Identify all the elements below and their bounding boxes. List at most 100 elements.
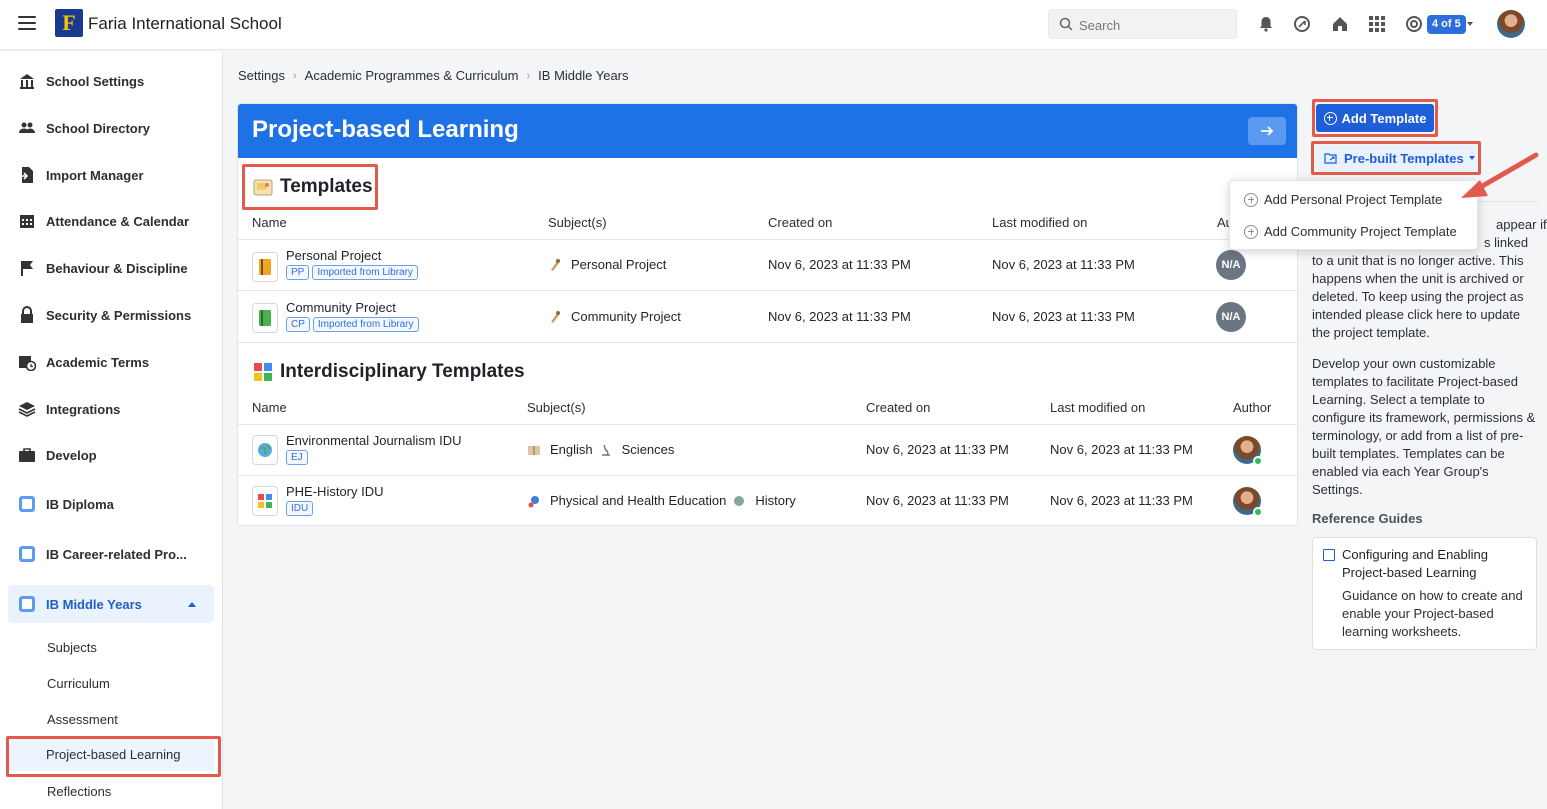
apps-grid-icon[interactable] <box>1367 14 1387 34</box>
sidebar-item-attendance-calendar[interactable]: Attendance & Calendar <box>8 202 214 240</box>
puzzle-icon <box>254 363 272 381</box>
sidebar-subitem-assessment[interactable]: Assessment <box>47 712 118 727</box>
sidebar-subitem-subjects[interactable]: Subjects <box>47 640 97 655</box>
sidebar-item-academic-terms[interactable]: Academic Terms <box>8 343 214 381</box>
sidebar-item-ib-diploma[interactable]: IB Diploma <box>8 485 214 523</box>
template-name-link[interactable]: Community Project <box>286 300 396 315</box>
column-header-name[interactable]: Name <box>252 400 287 415</box>
author-avatar[interactable] <box>1233 436 1263 466</box>
sidebar-item-ib-career-related[interactable]: IB Career-related Pro... <box>8 535 214 573</box>
sidebar-item-ib-middle-years[interactable]: IB Middle Years <box>8 585 214 623</box>
page-title: Project-based Learning <box>252 116 519 143</box>
page-banner: Project-based Learning <box>238 104 1297 158</box>
sidebar-item-develop[interactable]: Develop <box>8 436 214 474</box>
bell-icon[interactable] <box>1256 14 1276 34</box>
plus-circle-icon <box>1244 224 1258 239</box>
sidebar-item-label: School Settings <box>46 73 145 89</box>
menu-item-add-community-project[interactable]: Add Community Project Template <box>1244 224 1457 239</box>
flag-icon <box>18 259 36 277</box>
imported-badge: Imported from Library <box>312 265 418 280</box>
column-header-author[interactable]: Author <box>1233 400 1271 415</box>
sidebar-subitem-curriculum[interactable]: Curriculum <box>47 676 110 691</box>
microscope-icon <box>601 444 610 456</box>
prebuilt-templates-button[interactable]: Pre-built Templates <box>1316 145 1476 171</box>
template-name-link[interactable]: Environmental Journalism IDU <box>286 433 462 448</box>
school-switcher-badge[interactable]: 4 of 5 <box>1427 15 1466 34</box>
templates-card: Project-based Learning Templates Name Su… <box>237 103 1298 526</box>
sidebar-item-label: IB Middle Years <box>46 596 142 612</box>
calendar-icon <box>18 212 36 230</box>
modified-date: Nov 6, 2023 at 11:33 PM <box>992 309 1135 324</box>
column-header-subjects[interactable]: Subject(s) <box>527 400 586 415</box>
template-name-link[interactable]: PHE-History IDU <box>286 484 384 499</box>
school-name[interactable]: Faria International School <box>88 14 282 34</box>
search-input[interactable] <box>1079 15 1229 35</box>
imported-badge: Imported from Library <box>312 317 419 332</box>
sidebar-subitem-reflections[interactable]: Reflections <box>47 784 111 799</box>
search-box[interactable] <box>1048 9 1237 39</box>
ib-icon <box>18 595 36 613</box>
breadcrumb-academic-programmes[interactable]: Academic Programmes & Curriculum <box>305 68 519 83</box>
templates-section-title: Templates <box>252 176 373 198</box>
column-header-subjects[interactable]: Subject(s) <box>548 215 607 230</box>
sidebar-subitem-project-based-learning[interactable]: Project-based Learning <box>8 739 214 771</box>
template-tags: CP Imported from Library <box>286 317 419 332</box>
created-date: Nov 6, 2023 at 11:33 PM <box>768 309 911 324</box>
column-header-modified[interactable]: Last modified on <box>992 215 1087 230</box>
subject-cell: Personal Project <box>548 257 666 272</box>
menu-icon[interactable] <box>18 14 36 32</box>
author-avatar[interactable] <box>1233 487 1263 517</box>
reference-guide-card[interactable]: Configuring and Enabling Project-based L… <box>1312 537 1537 650</box>
reference-guides-title: Reference Guides <box>1312 511 1423 526</box>
chevron-up-icon[interactable] <box>188 602 196 607</box>
ib-icon <box>18 495 36 513</box>
sidebar-item-school-settings[interactable]: School Settings <box>8 62 214 100</box>
column-header-created[interactable]: Created on <box>866 400 930 415</box>
lifebuoy-icon[interactable] <box>1404 14 1424 34</box>
sidebar-item-behaviour-discipline[interactable]: Behaviour & Discipline <box>8 249 214 287</box>
briefcase-icon <box>18 446 36 464</box>
banner-arrow-button[interactable] <box>1248 117 1286 145</box>
modified-date: Nov 6, 2023 at 11:33 PM <box>992 257 1135 272</box>
created-date: Nov 6, 2023 at 11:33 PM <box>768 257 911 272</box>
chevron-down-icon[interactable] <box>1467 22 1473 26</box>
idu-icon <box>252 486 278 516</box>
sidebar-item-school-directory[interactable]: School Directory <box>8 109 214 147</box>
globe-icon <box>734 495 745 506</box>
template-icon <box>252 252 278 282</box>
sports-icon <box>528 495 539 507</box>
sidebar-item-label: IB Diploma <box>46 496 114 512</box>
reference-guide-title[interactable]: Configuring and Enabling Project-based L… <box>1342 546 1532 582</box>
user-avatar[interactable] <box>1497 10 1525 38</box>
messages-icon[interactable] <box>1292 14 1312 34</box>
breadcrumb-settings[interactable]: Settings <box>238 68 285 83</box>
sidebar-item-import-manager[interactable]: Import Manager <box>8 156 214 194</box>
menu-item-add-personal-project[interactable]: Add Personal Project Template <box>1244 192 1442 207</box>
divider <box>238 342 1297 343</box>
sidebar-item-label: IB Career-related Pro... <box>46 546 187 562</box>
divider <box>238 424 1297 425</box>
online-status-dot <box>1253 456 1263 466</box>
calendar-clock-icon <box>18 353 36 371</box>
template-name-link[interactable]: Personal Project <box>286 248 381 263</box>
school-logo[interactable]: F <box>55 9 83 37</box>
sidebar-item-security-permissions[interactable]: Security & Permissions <box>8 296 214 334</box>
people-icon <box>18 119 36 137</box>
info-text-description: Develop your own customizable templates … <box>1312 356 1536 497</box>
plus-circle-icon <box>1244 192 1258 207</box>
home-icon[interactable] <box>1330 14 1350 34</box>
column-header-modified[interactable]: Last modified on <box>1050 400 1145 415</box>
divider <box>238 475 1297 476</box>
add-template-button[interactable]: Add Template <box>1316 104 1434 132</box>
template-code-badge: CP <box>286 317 310 332</box>
sidebar-item-integrations[interactable]: Integrations <box>8 390 214 428</box>
author-avatar-na: N/A <box>1216 302 1246 332</box>
top-bar: F Faria International School 4 of 5 <box>0 0 1547 50</box>
breadcrumb-ib-middle-years[interactable]: IB Middle Years <box>538 68 628 83</box>
column-header-created[interactable]: Created on <box>768 215 832 230</box>
online-status-dot <box>1253 507 1263 517</box>
book-icon <box>1323 549 1335 561</box>
info-text-partial: appear if <box>1496 217 1547 232</box>
column-header-name[interactable]: Name <box>252 215 287 230</box>
breadcrumb-separator-icon: › <box>526 69 531 82</box>
